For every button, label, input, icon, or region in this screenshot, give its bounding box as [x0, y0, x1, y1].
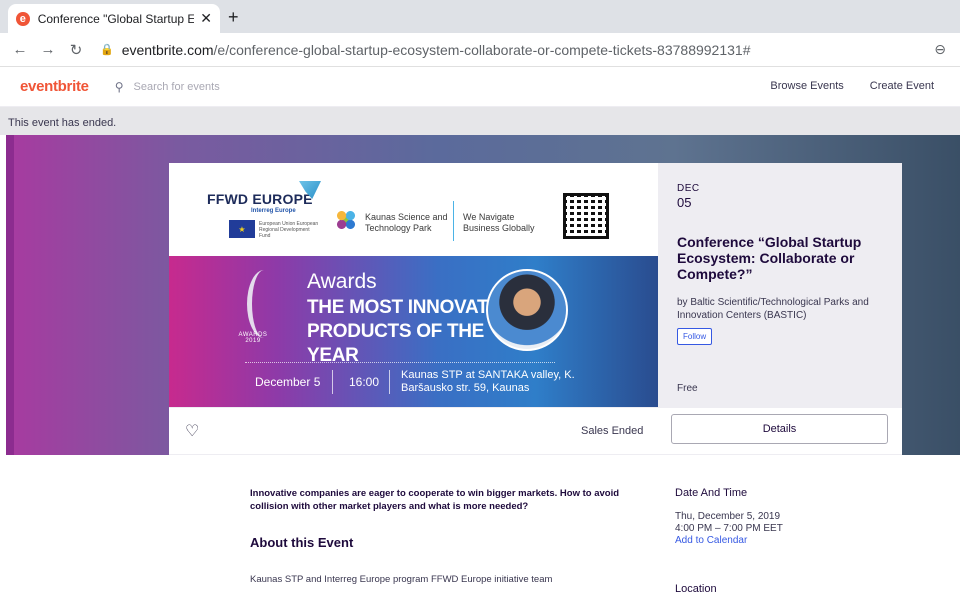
event-title: Conference “Global Startup Ecosystem: Co…: [677, 234, 862, 282]
promo-time: 16:00: [349, 375, 380, 389]
zoom-icon[interactable]: ⊖: [934, 41, 946, 58]
back-arrow-icon[interactable]: ←: [6, 41, 34, 58]
event-body: Innovative companies are eager to cooper…: [169, 455, 902, 595]
tab-title: Conference "Global Startup Ecos: [37, 11, 195, 26]
close-tab-icon[interactable]: ✕: [200, 10, 212, 27]
event-month: DEC: [677, 183, 700, 194]
site-header: eventbrite ⚲ Search for events Browse Ev…: [0, 67, 960, 107]
event-time: 4:00 PM – 7:00 PM EET: [675, 523, 783, 534]
trophy-icon: [247, 270, 281, 338]
awards-title: Awards: [307, 270, 377, 293]
create-event-link[interactable]: Create Event: [870, 80, 934, 92]
forward-arrow-icon[interactable]: →: [34, 41, 62, 58]
reload-icon[interactable]: ↻: [62, 41, 90, 59]
search-icon: ⚲: [114, 79, 124, 94]
search-input[interactable]: Search for events: [134, 81, 220, 93]
follow-button[interactable]: Follow: [677, 328, 713, 345]
eventbrite-logo[interactable]: eventbrite: [20, 78, 89, 95]
add-to-calendar-link[interactable]: Add to Calendar: [675, 535, 875, 546]
trophy-label: AWARDS 2019: [238, 332, 268, 344]
eu-flag-icon: ★: [229, 220, 255, 238]
speaker-photo: [486, 269, 568, 351]
eventbrite-favicon-icon: e: [16, 11, 30, 26]
event-ended-notice: This event has ended.: [0, 107, 960, 135]
interreg-text: Interreg Europe: [251, 208, 296, 214]
browser-tab-bar: e Conference "Global Startup Ecos ✕ +: [0, 0, 960, 33]
dotted-divider: [245, 362, 555, 363]
url-host: eventbrite.com: [121, 41, 214, 58]
event-description: Kaunas STP and Interreg Europe program F…: [250, 574, 553, 585]
logo-divider: [453, 201, 454, 241]
promo-separator: [332, 370, 333, 394]
date-time-heading: Date And Time: [675, 487, 748, 499]
event-action-bar: ♡ Sales Ended Details: [169, 407, 902, 455]
event-image-logos: FFWD EUROPE Interreg Europe ★ European U…: [169, 163, 658, 256]
ffwd-europe-logo: FFWD EUROPE: [207, 191, 313, 207]
event-day: 05: [677, 195, 692, 210]
event-date: Thu, December 5, 2019: [675, 511, 781, 522]
about-heading: About this Event: [250, 535, 354, 550]
promo-separator: [389, 370, 390, 394]
details-button[interactable]: Details: [671, 414, 888, 444]
location-heading: Location: [675, 583, 717, 595]
eu-fund-text: European Union European Regional Develop…: [259, 221, 319, 239]
event-sidebar: Date And Time Thu, December 5, 2019 4:00…: [675, 487, 875, 546]
promo-place: Kaunas STP at SANTAKA valley, K. Baršaus…: [401, 369, 575, 394]
event-price: Free: [677, 383, 698, 394]
browse-events-link[interactable]: Browse Events: [770, 80, 843, 92]
hero-left-edge: [6, 135, 14, 455]
navigate-slogan: We Navigate Business Globally: [463, 212, 535, 233]
kstp-text: Kaunas Science and Technology Park: [365, 212, 448, 233]
new-tab-icon[interactable]: +: [228, 7, 239, 28]
kstp-logo-icon: [335, 209, 357, 231]
event-image: FFWD EUROPE Interreg Europe ★ European U…: [169, 163, 658, 407]
event-info-panel: DEC 05 Conference “Global Startup Ecosys…: [658, 163, 902, 407]
browser-address-bar: ← → ↻ 🔒 eventbrite.com/e/conference-glob…: [0, 33, 960, 67]
browser-tab[interactable]: e Conference "Global Startup Ecos ✕: [8, 4, 220, 33]
lock-icon: 🔒: [100, 44, 114, 56]
qr-code-frame: [563, 193, 609, 239]
event-summary: Innovative companies are eager to cooper…: [250, 488, 620, 512]
sales-status: Sales Ended: [581, 425, 644, 437]
event-card: FFWD EUROPE Interreg Europe ★ European U…: [169, 163, 902, 407]
event-image-promo: AWARDS 2019 Awards THE MOST INNOVATIVE P…: [169, 256, 658, 407]
event-organizer[interactable]: by Baltic Scientific/Technological Parks…: [677, 296, 882, 322]
url-path: /e/conference-global-startup-ecosystem-c…: [213, 41, 751, 58]
url-field[interactable]: 🔒 eventbrite.com/e/conference-global-sta…: [100, 42, 750, 58]
promo-date: December 5: [255, 375, 321, 389]
search-bar[interactable]: ⚲ Search for events: [115, 80, 220, 94]
header-nav: Browse Events Create Event: [770, 80, 934, 92]
heart-icon[interactable]: ♡: [185, 421, 199, 441]
